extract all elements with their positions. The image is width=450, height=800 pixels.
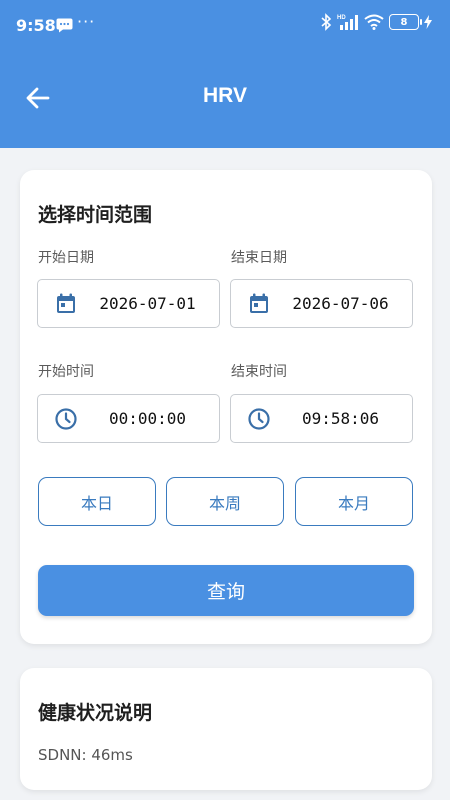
end-time-field[interactable]: 09:58:06: [230, 394, 413, 443]
charging-icon: [424, 15, 432, 29]
end-time-value: 09:58:06: [301, 409, 380, 428]
end-time-label: 结束时间: [231, 364, 287, 380]
bluetooth-icon: [321, 13, 332, 31]
time-range-card: 选择时间范围 开始日期 结束日期 2026-07-01 2026-07-06 开…: [20, 170, 432, 644]
range-card-title: 选择时间范围: [38, 204, 153, 226]
message-icon: [56, 18, 73, 33]
this-month-button[interactable]: 本月: [295, 477, 413, 526]
calendar-icon: [250, 293, 268, 313]
start-date-value: 2026-07-01: [99, 294, 196, 313]
query-button[interactable]: 查询: [38, 565, 414, 616]
sdnn-value: SDNN: 46ms: [38, 746, 133, 764]
page-title: HRV: [203, 84, 247, 107]
status-icons: HD 8: [321, 13, 432, 31]
this-week-button[interactable]: 本周: [166, 477, 284, 526]
signal-icon: HD: [337, 15, 358, 30]
status-time: 9:58: [16, 16, 56, 35]
wifi-icon: [364, 14, 384, 30]
start-date-label: 开始日期: [38, 250, 94, 266]
end-date-field[interactable]: 2026-07-06: [230, 279, 413, 328]
clock-icon: [248, 408, 270, 430]
today-button[interactable]: 本日: [38, 477, 156, 526]
start-time-field[interactable]: 00:00:00: [37, 394, 220, 443]
start-time-label: 开始时间: [38, 364, 94, 380]
calendar-icon: [57, 293, 75, 313]
start-date-field[interactable]: 2026-07-01: [37, 279, 220, 328]
status-more-dots: ···: [77, 12, 96, 31]
start-time-value: 00:00:00: [108, 409, 187, 428]
app-header: 9:58 ··· HD 8 HRV: [0, 0, 450, 148]
health-info-card: 健康状况说明 SDNN: 46ms: [20, 668, 432, 790]
end-date-value: 2026-07-06: [292, 294, 389, 313]
clock-icon: [55, 408, 77, 430]
battery-icon: 8: [389, 14, 422, 30]
health-card-title: 健康状况说明: [38, 702, 153, 724]
end-date-label: 结束日期: [231, 250, 287, 266]
svg-text:HD: HD: [337, 15, 346, 21]
status-bar: 9:58 ··· HD 8: [0, 0, 450, 52]
